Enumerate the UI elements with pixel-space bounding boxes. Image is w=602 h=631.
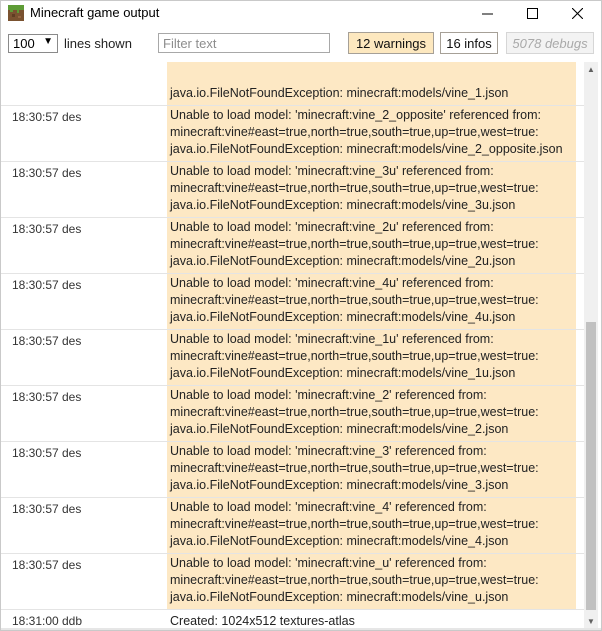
log-time: 18:30:57 xyxy=(12,110,59,124)
toolbar: 100 ▼ lines shown 12 warnings 16 infos 5… xyxy=(1,28,601,60)
warnings-toggle-button[interactable]: 12 warnings xyxy=(348,32,434,54)
log-message-line: minecraft:vine#east=true,north=true,sout… xyxy=(170,461,539,475)
log-message-line: Unable to load model: 'minecraft:vine_1u… xyxy=(170,332,494,346)
log-message-line: minecraft:vine#east=true,north=true,sout… xyxy=(170,293,539,307)
log-message-line: java.io.FileNotFoundException: minecraft… xyxy=(170,478,509,492)
chevron-down-icon: ▼ xyxy=(43,36,53,47)
log-source: des xyxy=(62,334,82,348)
log-time: 18:30:57 xyxy=(12,334,59,348)
log-source: ddb xyxy=(62,614,83,628)
log-message-line: Unable to load model: 'minecraft:vine_4'… xyxy=(170,500,487,514)
log-message-line: minecraft:vine#east=true,north=true,sout… xyxy=(170,237,539,251)
log-message: Unable to load model: 'minecraft:vine_2_… xyxy=(167,106,576,161)
title-bar[interactable]: Minecraft game output xyxy=(1,1,601,25)
log-message: Unable to load model: 'minecraft:vine_u'… xyxy=(167,554,576,609)
log-row[interactable]: 18:30:57 des Unable to load model: 'minecr… xyxy=(1,162,584,218)
log-source: des xyxy=(62,166,82,180)
log-row[interactable]: 18:31:00 ddb Created: 1024x512 textures-at… xyxy=(1,610,584,628)
scrollbar-thumb[interactable] xyxy=(586,322,596,610)
log-message-line: java.io.FileNotFoundException: minecraft… xyxy=(170,310,516,324)
scroll-down-arrow-icon[interactable]: ▼ xyxy=(584,614,598,628)
log-time: 18:30:57 xyxy=(12,446,59,460)
log-message: Unable to load model: 'minecraft:vine_3'… xyxy=(167,442,576,497)
log-message-line: Unable to load model: 'minecraft:vine_4u… xyxy=(170,276,494,290)
log-list[interactable]: java.io.FileNotFoundException: minecraft… xyxy=(1,62,584,628)
close-icon xyxy=(571,7,583,19)
lines-shown-value: 100 xyxy=(13,36,35,51)
infos-toggle-button[interactable]: 16 infos xyxy=(440,32,498,54)
log-message-line: java.io.FileNotFoundException: minecraft… xyxy=(170,422,509,436)
log-time: 18:31:00 xyxy=(12,614,59,628)
log-source: des xyxy=(62,502,82,516)
log-message-line: java.io.FileNotFoundException: minecraft… xyxy=(170,254,516,268)
debugs-toggle-button[interactable]: 5078 debugs xyxy=(506,32,594,54)
log-message: Unable to load model: 'minecraft:vine_2u… xyxy=(167,218,576,273)
log-message-line: minecraft:vine#east=true,north=true,sout… xyxy=(170,181,539,195)
log-message-line: java.io.FileNotFoundException: minecraft… xyxy=(170,142,563,156)
log-row[interactable]: java.io.FileNotFoundException: minecraft… xyxy=(1,62,584,106)
log-message-line: Unable to load model: 'minecraft:vine_2u… xyxy=(170,220,494,234)
log-message-line: Unable to load model: 'minecraft:vine_3'… xyxy=(170,444,487,458)
log-source: des xyxy=(62,222,82,236)
log-source: des xyxy=(62,446,82,460)
log-message-line: java.io.FileNotFoundException: minecraft… xyxy=(170,198,516,212)
game-output-window: Minecraft game output 100 ▼ lines shown … xyxy=(0,0,602,631)
log-message: Created: 1024x512 textures-atlas xyxy=(167,610,576,628)
log-time: 18:30:57 xyxy=(12,278,59,292)
maximize-button[interactable] xyxy=(509,1,555,25)
log-row[interactable]: 18:30:57 des Unable to load model: 'minecr… xyxy=(1,106,584,162)
minimize-icon xyxy=(481,13,493,14)
log-message-line xyxy=(170,68,576,85)
log-message-line: java.io.FileNotFoundException: minecraft… xyxy=(170,534,509,548)
log-message-line: Unable to load model: 'minecraft:vine_3u… xyxy=(170,164,494,178)
log-message: Unable to load model: 'minecraft:vine_4u… xyxy=(167,274,576,329)
close-button[interactable] xyxy=(554,1,600,25)
window-title: Minecraft game output xyxy=(30,5,160,20)
log-time: 18:30:57 xyxy=(12,222,59,236)
log-row[interactable]: 18:30:57 des Unable to load model: 'minecr… xyxy=(1,330,584,386)
log-row[interactable]: 18:30:57 des Unable to load model: 'minecr… xyxy=(1,218,584,274)
log-message: Unable to load model: 'minecraft:vine_1u… xyxy=(167,330,576,385)
log-row[interactable]: 18:30:57 des Unable to load model: 'minecr… xyxy=(1,386,584,442)
log-row[interactable]: 18:30:57 des Unable to load model: 'minecr… xyxy=(1,442,584,498)
log-time: 18:30:57 xyxy=(12,502,59,516)
log-message-line: minecraft:vine#east=true,north=true,sout… xyxy=(170,125,539,139)
log-message-line: java.io.FileNotFoundException: minecraft… xyxy=(170,86,509,100)
log-row[interactable]: 18:30:57 des Unable to load model: 'minecr… xyxy=(1,274,584,330)
window-bottom-border xyxy=(1,628,601,630)
maximize-icon xyxy=(526,7,538,19)
log-source: des xyxy=(62,390,82,404)
minecraft-grass-block-icon xyxy=(8,5,24,21)
log-source: des xyxy=(62,558,82,572)
log-message-line: Unable to load model: 'minecraft:vine_2_… xyxy=(170,108,541,122)
log-message: java.io.FileNotFoundException: minecraft… xyxy=(167,62,576,105)
log-row[interactable]: 18:30:57 des Unable to load model: 'minecr… xyxy=(1,554,584,610)
log-message-line: minecraft:vine#east=true,north=true,sout… xyxy=(170,349,539,363)
log-source: des xyxy=(62,278,82,292)
log-message-line: minecraft:vine#east=true,north=true,sout… xyxy=(170,517,539,531)
log-message-line: java.io.FileNotFoundException: minecraft… xyxy=(170,590,509,604)
log-time: 18:30:57 xyxy=(12,166,59,180)
log-message: Unable to load model: 'minecraft:vine_4'… xyxy=(167,498,576,553)
minimize-button[interactable] xyxy=(464,1,510,25)
log-time: 18:30:57 xyxy=(12,390,59,404)
scroll-up-arrow-icon[interactable]: ▲ xyxy=(584,62,598,76)
log-message-line: java.io.FileNotFoundException: minecraft… xyxy=(170,366,516,380)
log-message-line: Created: 1024x512 textures-atlas xyxy=(170,614,355,628)
log-message: Unable to load model: 'minecraft:vine_3u… xyxy=(167,162,576,217)
log-message: Unable to load model: 'minecraft:vine_2'… xyxy=(167,386,576,441)
log-source: des xyxy=(62,110,82,124)
lines-shown-label: lines shown xyxy=(64,36,132,51)
log-message-line: Unable to load model: 'minecraft:vine_2'… xyxy=(170,388,487,402)
filter-text-input[interactable] xyxy=(158,33,330,53)
log-message-line: minecraft:vine#east=true,north=true,sout… xyxy=(170,405,539,419)
log-time: 18:30:57 xyxy=(12,558,59,572)
log-message-line: minecraft:vine#east=true,north=true,sout… xyxy=(170,573,539,587)
log-message-line: Unable to load model: 'minecraft:vine_u'… xyxy=(170,556,487,570)
lines-shown-select[interactable]: 100 ▼ xyxy=(8,34,58,53)
log-row[interactable]: 18:30:57 des Unable to load model: 'minecr… xyxy=(1,498,584,554)
log-scrollbar[interactable]: ▲ ▼ xyxy=(584,62,598,628)
